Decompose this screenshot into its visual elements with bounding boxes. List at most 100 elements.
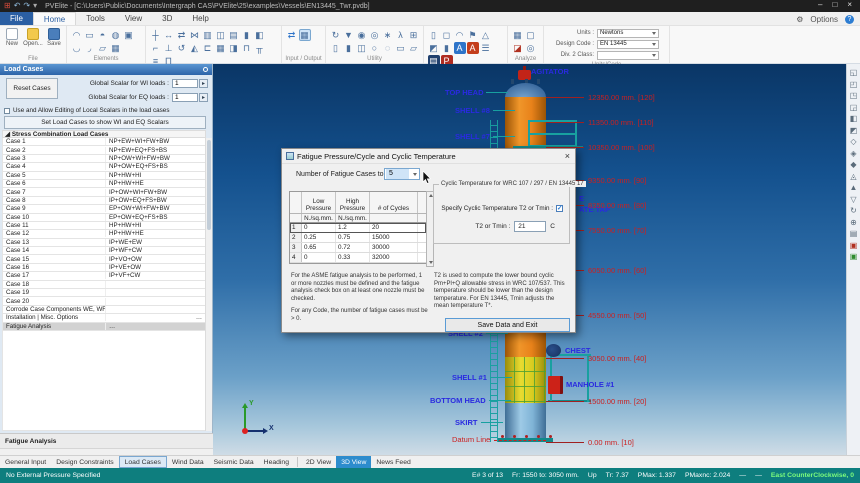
element-tool-icon[interactable]: ◞ xyxy=(84,42,96,54)
load-case-row[interactable]: Case 3 NP+OW+WI+FW+BW xyxy=(2,155,206,163)
auxiliary-tool-icon[interactable]: A xyxy=(467,42,479,54)
io-tool-icon[interactable]: ⇄ xyxy=(286,29,298,41)
load-case-row[interactable]: Case 9 EP+OW+WI+FW+BW xyxy=(2,205,206,213)
input-tab[interactable]: Heading xyxy=(259,456,294,468)
view-tool-icon[interactable]: ◳ xyxy=(850,91,858,100)
load-case-row[interactable]: Case 16 IP+VE+OW xyxy=(2,264,206,272)
detail-tool-icon[interactable]: ┼ xyxy=(150,29,162,41)
menu-tab[interactable]: 3D xyxy=(152,12,182,25)
input-tab[interactable]: General Input xyxy=(0,456,51,468)
analyze-tool-icon[interactable]: ◪ xyxy=(512,42,524,54)
restore-button[interactable]: □ xyxy=(832,0,837,9)
view-tab[interactable]: News Feed xyxy=(371,456,415,468)
utility-tool-icon[interactable]: ◌ xyxy=(382,42,394,54)
detail-tool-icon[interactable]: ⇄ xyxy=(176,29,188,41)
auxiliary-tool-icon[interactable]: ☰ xyxy=(480,42,492,54)
detail-tool-icon[interactable]: ⋈ xyxy=(189,29,201,41)
units-dropdown[interactable]: Newtons xyxy=(597,29,659,38)
load-case-row[interactable]: Case 17 IP+VF+CW xyxy=(2,272,206,280)
t2-input[interactable]: 21 xyxy=(514,221,546,232)
element-tool-icon[interactable]: ▦ xyxy=(110,42,122,54)
utility-tool-icon[interactable]: ○ xyxy=(369,42,381,54)
load-case-row[interactable]: Case 11 HP+HW+HI xyxy=(2,222,206,230)
view-tool-icon[interactable]: ◧ xyxy=(850,114,858,123)
auxiliary-tool-icon[interactable]: ▯ xyxy=(428,29,440,41)
view-tool-icon[interactable]: ◱ xyxy=(850,68,858,77)
units-dropdown[interactable]: EN 13445 xyxy=(597,40,659,49)
utility-tool-icon[interactable]: ⊞ xyxy=(408,29,420,41)
minimize-button[interactable]: – xyxy=(818,0,822,9)
element-tool-icon[interactable]: ▭ xyxy=(84,29,96,41)
eq-scalar-spinner[interactable]: ▸ xyxy=(199,93,208,102)
input-tab[interactable]: Seismic Data xyxy=(209,456,259,468)
auxiliary-tool-icon[interactable]: ◠ xyxy=(454,29,466,41)
detail-tool-icon[interactable]: ◧ xyxy=(254,29,266,41)
pressure-row[interactable]: 2 0.25 0.75 15000 xyxy=(290,233,426,243)
quick-access-icon[interactable]: ↷ xyxy=(23,1,30,11)
close-button[interactable]: × xyxy=(847,0,852,9)
specify-temp-checkbox[interactable]: ✓ xyxy=(556,205,563,212)
detail-tool-icon[interactable]: ⌐ xyxy=(150,42,162,54)
utility-tool-icon[interactable]: ∗ xyxy=(382,29,394,41)
load-case-row[interactable]: Case 13 IP+WE+EW xyxy=(2,239,206,247)
utility-tool-icon[interactable]: ◫ xyxy=(356,42,368,54)
detail-tool-icon[interactable]: ⊥ xyxy=(163,42,175,54)
menu-tab[interactable]: Home xyxy=(33,12,76,25)
utility-tool-icon[interactable]: ▮ xyxy=(343,42,355,54)
auxiliary-tool-icon[interactable]: ◩ xyxy=(428,42,440,54)
load-case-row[interactable]: Case 20 xyxy=(2,297,206,305)
menu-tab[interactable]: View xyxy=(115,12,152,25)
view-tool-icon[interactable]: ▣ xyxy=(850,252,858,261)
load-case-row[interactable]: Case 10 EP+OW+EQ+FS+BS xyxy=(2,214,206,222)
options-menu[interactable]: Options xyxy=(810,15,838,24)
detail-tool-icon[interactable]: ▦ xyxy=(215,42,227,54)
load-case-row[interactable]: Case 19 xyxy=(2,289,206,297)
detail-tool-icon[interactable]: ⊏ xyxy=(202,42,214,54)
wi-scalar-spinner[interactable]: ▸ xyxy=(199,79,208,88)
view-tool-icon[interactable]: ▤ xyxy=(850,229,858,238)
load-case-row[interactable]: Case 8 IP+OW+EQ+FS+BW xyxy=(2,197,206,205)
element-tool-icon[interactable]: ◍ xyxy=(110,29,122,41)
detail-tool-icon[interactable]: ◫ xyxy=(215,29,227,41)
input-tab[interactable]: Design Constraints xyxy=(51,456,118,468)
input-tab[interactable]: Load Cases xyxy=(119,456,167,468)
view-tool-icon[interactable]: ⊕ xyxy=(850,218,857,227)
utility-tool-icon[interactable]: ▱ xyxy=(408,42,420,54)
gear-icon[interactable]: ⚙ xyxy=(796,15,803,24)
utility-tool-icon[interactable]: ↻ xyxy=(330,29,342,41)
file-button[interactable]: Save xyxy=(45,28,63,47)
panel-horizontal-scrollbar[interactable] xyxy=(0,448,213,455)
analyze-tool-icon[interactable]: ▦ xyxy=(512,29,524,41)
element-tool-icon[interactable]: ◓ xyxy=(97,29,109,41)
analyze-tool-icon[interactable]: ▢ xyxy=(525,29,537,41)
view-tab[interactable]: 3D View xyxy=(336,456,371,468)
view-tool-icon[interactable]: ◩ xyxy=(850,126,858,135)
load-case-row[interactable]: Installation | Misc. Options … xyxy=(2,314,206,322)
utility-tool-icon[interactable]: λ xyxy=(395,29,407,41)
scroll-up-icon[interactable] xyxy=(429,194,433,197)
detail-tool-icon[interactable]: ◭ xyxy=(189,42,201,54)
view-tab[interactable]: 2D View xyxy=(301,456,336,468)
load-case-row[interactable]: Case 15 IP+VO+OW xyxy=(2,255,206,263)
analyze-tool-icon[interactable]: ◎ xyxy=(525,42,537,54)
view-tool-icon[interactable]: ▲ xyxy=(850,183,858,192)
local-scalars-checkbox[interactable] xyxy=(4,108,10,114)
save-data-exit-button[interactable]: Save Data and Exit xyxy=(445,318,570,332)
view-tool-icon[interactable]: ◈ xyxy=(850,149,856,158)
panel-vertical-scrollbar[interactable] xyxy=(205,138,212,431)
scroll-down-icon[interactable] xyxy=(429,261,433,264)
view-tool-icon[interactable]: ▣ xyxy=(850,241,858,250)
pressure-row[interactable]: 3 0.65 0.72 30000 xyxy=(290,243,426,253)
utility-tool-icon[interactable]: ▼ xyxy=(343,29,355,41)
view-tool-icon[interactable]: ◲ xyxy=(850,103,858,112)
quick-access-icon[interactable]: ▾ xyxy=(33,1,37,11)
view-tool-icon[interactable]: ◇ xyxy=(850,137,856,146)
io-tool-icon[interactable]: ▦ xyxy=(299,29,311,41)
file-button[interactable]: Open... xyxy=(24,28,42,47)
load-case-row[interactable]: Case 4 NP+OW+EQ+FS+BS xyxy=(2,163,206,171)
menu-tab[interactable]: File xyxy=(0,12,33,25)
detail-tool-icon[interactable]: ▮ xyxy=(241,29,253,41)
pressure-row[interactable]: 1 0 1.2 20 xyxy=(290,223,426,233)
expander-icon[interactable]: ◢ xyxy=(5,131,10,138)
wi-scalar-input[interactable]: 1 xyxy=(172,79,198,88)
